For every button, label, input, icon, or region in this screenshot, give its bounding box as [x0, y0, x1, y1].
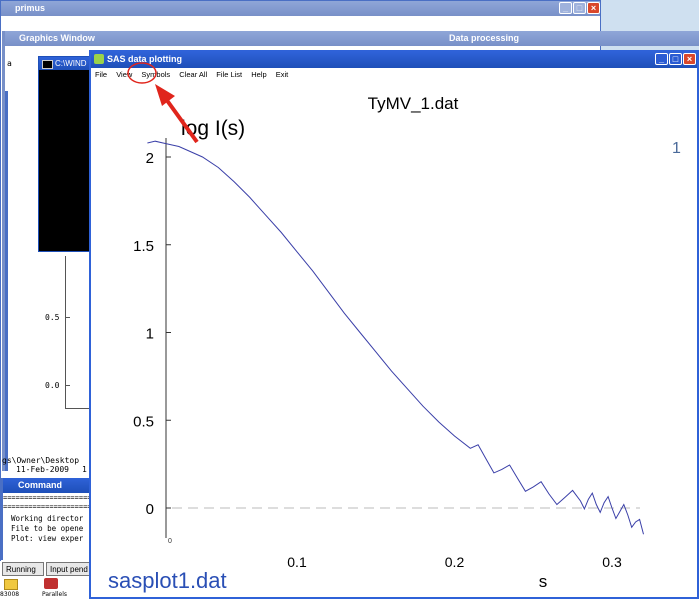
maximize-icon[interactable]: □ — [573, 2, 586, 14]
command-line: Plot: view exper — [11, 534, 84, 543]
sas-menubar: File View Symbols Clear All File List He… — [95, 70, 295, 79]
command-separator-2: ================================== — [3, 503, 92, 511]
graphics-tick-mark — [65, 317, 70, 318]
console-window[interactable]: C:\WIND — [38, 56, 92, 252]
graphics-title: Graphics Window — [19, 33, 95, 43]
menu-symbols[interactable]: Symbols — [141, 70, 170, 79]
graphics-left-border — [5, 91, 8, 471]
sas-window[interactable]: SAS data plotting _ □ × File View Symbol… — [89, 50, 699, 599]
data-processing-window[interactable]: Data processing — [446, 31, 699, 49]
task-button-running[interactable]: Running — [2, 562, 44, 576]
command-window[interactable]: Command Window ===================== ====… — [0, 478, 92, 560]
console-title: C:\WIND — [55, 59, 87, 68]
menu-clear-all[interactable]: Clear All — [179, 70, 207, 79]
data-processing-titlebar[interactable]: Data processing — [446, 31, 699, 46]
close-icon[interactable]: × — [587, 2, 600, 14]
console-titlebar[interactable]: C:\WIND — [39, 57, 91, 70]
sas-titlebar[interactable]: SAS data plotting _ □ × — [91, 52, 697, 68]
menu-file-list[interactable]: File List — [216, 70, 242, 79]
taskbar-item-label: 83008 — [0, 591, 20, 598]
graphics-left-label: a — [7, 59, 12, 68]
folder-icon[interactable] — [4, 579, 18, 590]
taskbar-item-label: Parallels — [42, 591, 67, 598]
graphics-tick-0-0: 0.0 — [45, 381, 60, 390]
maximize-icon[interactable]: □ — [669, 53, 682, 65]
menu-file[interactable]: File — [95, 70, 107, 79]
date-suffix: 1 — [82, 465, 87, 474]
graphics-titlebar[interactable]: Graphics Window — [5, 31, 446, 46]
parallels-icon[interactable] — [44, 578, 58, 589]
graphics-tick-mark — [65, 385, 70, 386]
command-titlebar[interactable]: Command Window — [3, 478, 92, 505]
date-text: 11-Feb-2009 — [16, 465, 69, 474]
minimize-icon[interactable]: _ — [559, 2, 572, 14]
path-text: gs\Owner\Desktop — [2, 456, 80, 465]
close-icon[interactable]: × — [683, 53, 696, 65]
sas-app-icon — [94, 54, 104, 64]
taskbar: Running Input pend 83008 Parallels — [0, 561, 95, 599]
command-line: File to be opene — [11, 524, 84, 533]
graphics-tick-0-5: 0.5 — [45, 313, 60, 322]
menu-view[interactable]: View — [116, 70, 132, 79]
minimize-icon[interactable]: _ — [655, 53, 668, 65]
data-processing-title: Data processing — [449, 33, 520, 43]
task-button-input-pending[interactable]: Input pend — [46, 562, 92, 576]
menu-exit[interactable]: Exit — [276, 70, 289, 79]
console-icon — [42, 60, 53, 69]
primus-titlebar[interactable]: primus _ □ × — [1, 1, 600, 16]
command-line: Working director — [11, 514, 84, 523]
primus-title: primus — [15, 3, 46, 13]
sas-title: SAS data plotting — [107, 54, 182, 64]
command-separator: ================================== — [3, 494, 92, 502]
menu-help[interactable]: Help — [251, 70, 266, 79]
